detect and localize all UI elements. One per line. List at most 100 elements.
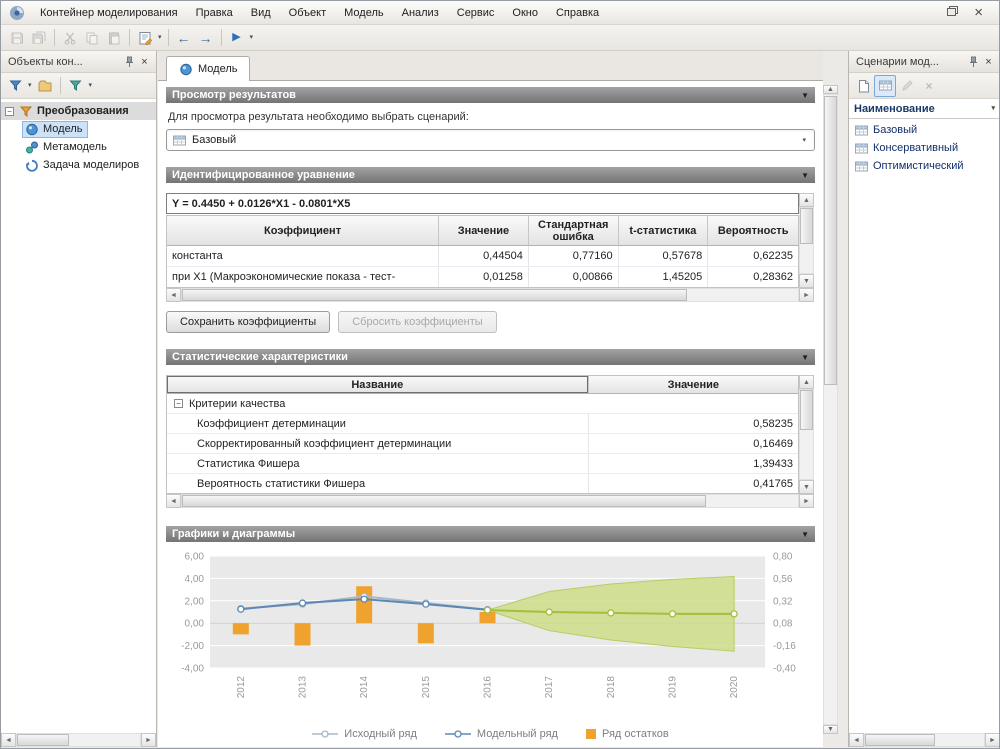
column-header[interactable]: Стандартная ошибка: [529, 216, 619, 246]
menu-help[interactable]: Справка: [547, 4, 608, 22]
scroll-up-icon[interactable]: ▲: [799, 193, 814, 207]
group-row-quality-criteria[interactable]: − Критерии качества: [167, 394, 798, 414]
scrollbar-thumb[interactable]: [182, 289, 687, 301]
copy-button[interactable]: [81, 27, 103, 49]
column-header[interactable]: Название: [167, 376, 589, 394]
scroll-down-icon[interactable]: ▼: [799, 480, 814, 494]
scroll-down-icon[interactable]: ▼: [799, 274, 814, 288]
menu-analysis[interactable]: Анализ: [393, 4, 448, 22]
objects-panel-hscrollbar[interactable]: ◄ ►: [1, 733, 156, 747]
column-header[interactable]: t-статистика: [619, 216, 709, 246]
tree-item-modeling-task[interactable]: Задача моделиров: [1, 156, 156, 174]
column-dropdown-icon[interactable]: ▾: [989, 105, 997, 112]
menu-container[interactable]: Контейнер моделирования: [31, 4, 187, 22]
scenario-combobox[interactable]: Базовый ▾: [166, 129, 815, 151]
save-coefficients-button[interactable]: Сохранить коэффициенты: [166, 311, 330, 333]
section-statistics-header[interactable]: Статистические характеристики ▼: [166, 349, 815, 365]
paste-button[interactable]: [103, 27, 125, 49]
table-row[interactable]: Статистика Фишера 1,39433: [167, 454, 798, 474]
pin-button[interactable]: [122, 54, 137, 69]
table-row[interactable]: Вероятность статистики Фишера 0,41765: [167, 474, 798, 493]
scroll-right-icon[interactable]: ►: [985, 733, 1000, 747]
column-header[interactable]: Значение: [589, 376, 798, 394]
scroll-left-icon[interactable]: ◄: [166, 494, 181, 508]
collapse-icon[interactable]: ▼: [801, 91, 809, 100]
close-button[interactable]: ×: [974, 7, 983, 19]
restore-button[interactable]: [947, 6, 958, 19]
scroll-right-icon[interactable]: ►: [141, 733, 156, 747]
pin-button[interactable]: [966, 54, 981, 69]
menu-view[interactable]: Вид: [242, 4, 280, 22]
column-header[interactable]: Вероятность: [708, 216, 798, 246]
table-row[interactable]: при X1 (Макроэкономические показа - тест…: [167, 267, 798, 287]
filter-dropdown-icon[interactable]: ▾: [26, 82, 34, 89]
back-button[interactable]: ←: [173, 27, 195, 49]
coefficients-vscrollbar[interactable]: ▲ ▼: [799, 193, 814, 288]
reset-coefficients-button[interactable]: Сбросить коэффициенты: [338, 311, 496, 333]
scroll-right-icon[interactable]: ►: [799, 494, 814, 508]
folder-button[interactable]: [34, 75, 56, 97]
statistics-vscrollbar[interactable]: ▲ ▼: [799, 375, 814, 494]
menu-edit[interactable]: Правка: [187, 4, 242, 22]
scroll-left-icon[interactable]: ◄: [166, 288, 181, 302]
scroll-left-icon[interactable]: ◄: [849, 733, 864, 747]
save-button[interactable]: [6, 27, 28, 49]
notes-button[interactable]: [134, 27, 156, 49]
cut-button[interactable]: [59, 27, 81, 49]
tree-item-metamodel[interactable]: Метамодель: [1, 138, 156, 156]
collapse-icon[interactable]: ▼: [801, 353, 809, 362]
list-item-conservative[interactable]: Консервативный: [849, 139, 1000, 157]
forward-button[interactable]: →: [195, 27, 217, 49]
scenarios-column-header[interactable]: Наименование ▾: [849, 99, 1000, 119]
tree-item-model[interactable]: Модель: [1, 120, 156, 138]
coefficients-hscrollbar[interactable]: ◄ ►: [166, 288, 814, 302]
list-item-optimistic[interactable]: Оптимистический: [849, 157, 1000, 175]
expander-icon[interactable]: −: [174, 399, 183, 408]
collapse-icon[interactable]: ▼: [801, 530, 809, 539]
new-scenario-button[interactable]: [852, 75, 874, 97]
section-equation-header[interactable]: Идентифицированное уравнение ▼: [166, 167, 815, 183]
view-filter-button[interactable]: [65, 75, 87, 97]
section-results-header[interactable]: Просмотр результатов ▼: [166, 87, 815, 103]
tree-item-transformations[interactable]: − Преобразования: [1, 102, 156, 120]
view-filter-dropdown-icon[interactable]: ▾: [87, 82, 95, 89]
scroll-down-icon[interactable]: ▼: [823, 725, 838, 734]
combo-dropdown-icon[interactable]: ▾: [800, 137, 808, 144]
run-dropdown-icon[interactable]: ▾: [248, 34, 256, 41]
collapse-icon[interactable]: ▼: [801, 171, 809, 180]
scrollbar-thumb[interactable]: [824, 96, 837, 385]
menu-window[interactable]: Окно: [503, 4, 547, 22]
table-row[interactable]: Коэффициент детерминации 0,58235: [167, 414, 798, 434]
panel-close-button[interactable]: ×: [137, 54, 152, 69]
menu-model[interactable]: Модель: [335, 4, 392, 22]
scrollbar-thumb[interactable]: [800, 208, 813, 244]
scrollbar-thumb[interactable]: [865, 734, 935, 746]
scroll-up-icon[interactable]: ▲: [823, 85, 838, 94]
panel-close-button[interactable]: ×: [981, 54, 996, 69]
scroll-up-icon[interactable]: ▲: [799, 375, 814, 389]
section-charts-header[interactable]: Графики и диаграммы ▼: [166, 526, 815, 542]
filter-button[interactable]: [4, 75, 26, 97]
delete-scenario-button[interactable]: ×: [918, 75, 940, 97]
menu-service[interactable]: Сервис: [448, 4, 504, 22]
edit-scenario-button[interactable]: [896, 75, 918, 97]
statistics-hscrollbar[interactable]: ◄ ►: [166, 494, 814, 508]
scroll-right-icon[interactable]: ►: [799, 288, 814, 302]
scrollbar-thumb[interactable]: [800, 390, 813, 430]
menu-object[interactable]: Объект: [280, 4, 335, 22]
run-button[interactable]: ▶: [226, 27, 248, 49]
grid-view-button[interactable]: [874, 75, 896, 97]
scrollbar-thumb[interactable]: [17, 734, 69, 746]
scrollbar-thumb[interactable]: [182, 495, 706, 507]
main-vscrollbar[interactable]: ▲ ▼: [823, 85, 838, 734]
save-all-button[interactable]: [28, 27, 50, 49]
list-item-base[interactable]: Базовый: [849, 121, 1000, 139]
expander-icon[interactable]: −: [5, 107, 14, 116]
scroll-left-icon[interactable]: ◄: [1, 733, 16, 747]
notes-dropdown-icon[interactable]: ▾: [156, 34, 164, 41]
table-row[interactable]: Скорректированный коэффициент детерминац…: [167, 434, 798, 454]
column-header[interactable]: Коэффициент: [167, 216, 439, 246]
scenarios-hscrollbar[interactable]: ◄ ►: [849, 733, 1000, 747]
column-header[interactable]: Значение: [439, 216, 529, 246]
table-row[interactable]: константа 0,44504 0,77160 0,57678 0,6223…: [167, 246, 798, 267]
